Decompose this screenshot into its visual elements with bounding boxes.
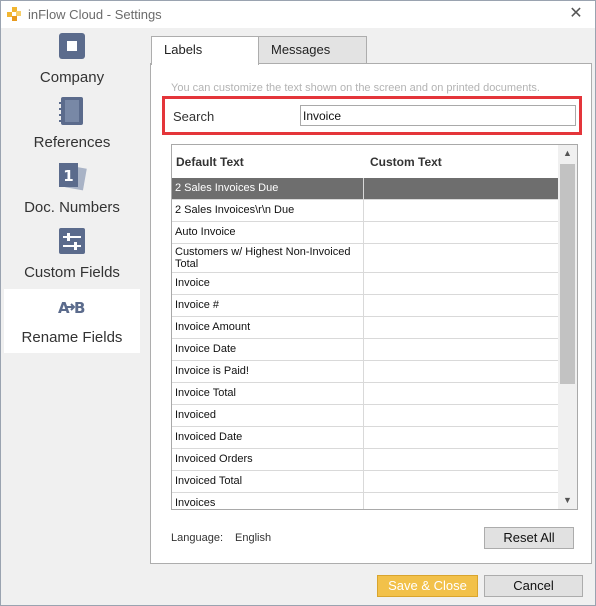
default-text-cell: Invoice #	[172, 295, 364, 316]
tab-messages[interactable]: Messages	[258, 36, 367, 64]
table-row[interactable]: Invoice Amount	[172, 317, 558, 339]
default-text-cell: Invoice Total	[172, 383, 364, 404]
window-title: inFlow Cloud - Settings	[28, 7, 162, 22]
default-text-cell: Invoice Date	[172, 339, 364, 360]
sidebar-item-label: Doc. Numbers	[24, 199, 120, 216]
default-text-cell: Invoices	[172, 493, 364, 509]
default-text-cell: Auto Invoice	[172, 222, 364, 243]
labels-panel: You can customize the text shown on the …	[150, 63, 592, 564]
reset-all-button[interactable]: Reset All	[484, 527, 574, 549]
custom-text-cell[interactable]	[364, 222, 558, 243]
table-row[interactable]: Invoice Date	[172, 339, 558, 361]
table-row[interactable]: 2 Sales Invoices\r\n Due	[172, 200, 558, 222]
table-row[interactable]: Customers w/ Highest Non-Invoiced Total	[172, 244, 558, 273]
panel-hint: You can customize the text shown on the …	[171, 82, 540, 94]
close-icon[interactable]: ✕	[565, 4, 587, 24]
custom-text-cell[interactable]	[364, 244, 558, 272]
search-highlight-box: Search	[162, 96, 582, 135]
settings-window: inFlow Cloud - Settings ✕ Company Refere…	[0, 0, 596, 606]
scroll-thumb[interactable]	[560, 164, 575, 384]
custom-text-cell[interactable]	[364, 317, 558, 338]
default-text-cell: Invoiced	[172, 405, 364, 426]
custom-text-cell[interactable]	[364, 339, 558, 360]
notebook-icon	[59, 97, 83, 125]
default-text-cell: Invoice is Paid!	[172, 361, 364, 382]
rename-ab-icon: A B	[58, 299, 85, 317]
cancel-button[interactable]: Cancel	[484, 575, 583, 597]
sliders-icon	[59, 228, 85, 254]
table-row[interactable]: Invoiced Total	[172, 471, 558, 493]
custom-text-cell[interactable]	[364, 493, 558, 509]
tab-labels[interactable]: Labels	[151, 36, 259, 65]
sidebar-item-custom-fields[interactable]: Custom Fields	[4, 224, 140, 288]
scroll-down-arrow-icon[interactable]: ▼	[558, 492, 577, 509]
save-close-button[interactable]: Save & Close	[377, 575, 478, 597]
custom-text-cell[interactable]	[364, 405, 558, 426]
title-bar: inFlow Cloud - Settings ✕	[1, 1, 595, 28]
scroll-up-arrow-icon[interactable]: ▲	[558, 145, 577, 162]
default-text-cell: Customers w/ Highest Non-Invoiced Total	[172, 244, 364, 272]
custom-text-cell[interactable]	[364, 471, 558, 492]
labels-grid: Default Text Custom Text 2 Sales Invoice…	[171, 144, 578, 510]
default-text-cell: 2 Sales Invoices Due	[172, 178, 364, 199]
svg-text:B: B	[74, 299, 85, 317]
custom-text-cell[interactable]	[364, 178, 558, 199]
table-row[interactable]: Invoiced Orders	[172, 449, 558, 471]
building-icon	[59, 33, 85, 59]
custom-text-cell[interactable]	[364, 383, 558, 404]
search-label: Search	[173, 109, 215, 124]
sidebar-item-doc-numbers[interactable]: 1 Doc. Numbers	[4, 159, 140, 223]
language-label: Language:	[171, 532, 223, 544]
table-row[interactable]: Invoice is Paid!	[172, 361, 558, 383]
default-text-cell: Invoiced Date	[172, 427, 364, 448]
sidebar-item-rename-fields[interactable]: A B Rename Fields	[4, 289, 140, 353]
table-row[interactable]: 2 Sales Invoices Due	[172, 178, 558, 200]
inflow-logo-icon	[7, 7, 21, 21]
table-row[interactable]: Invoiced Date	[172, 427, 558, 449]
default-text-cell: Invoiced Orders	[172, 449, 364, 470]
grid-rows: 2 Sales Invoices Due 2 Sales Invoices\r\…	[172, 178, 558, 509]
custom-text-cell[interactable]	[364, 427, 558, 448]
default-text-cell: Invoice Amount	[172, 317, 364, 338]
grid-scrollbar[interactable]: ▲ ▼	[558, 145, 577, 509]
sidebar-item-label: Custom Fields	[24, 264, 120, 281]
custom-text-cell[interactable]	[364, 449, 558, 470]
svg-text:1: 1	[63, 167, 73, 185]
sidebar-item-company[interactable]: Company	[4, 29, 140, 93]
table-row[interactable]: Invoice Total	[172, 383, 558, 405]
custom-text-cell[interactable]	[364, 295, 558, 316]
sidebar-item-references[interactable]: References	[4, 94, 140, 158]
default-text-cell: Invoiced Total	[172, 471, 364, 492]
default-text-cell: Invoice	[172, 273, 364, 294]
sidebar-item-label: Company	[39, 69, 105, 86]
sidebar-item-label: References	[33, 134, 111, 151]
table-row[interactable]: Auto Invoice	[172, 222, 558, 244]
table-row[interactable]: Invoiced	[172, 405, 558, 427]
custom-text-cell[interactable]	[364, 273, 558, 294]
table-row[interactable]: Invoice #	[172, 295, 558, 317]
table-row[interactable]: Invoice	[172, 273, 558, 295]
default-text-cell: 2 Sales Invoices\r\n Due	[172, 200, 364, 221]
grid-header: Default Text Custom Text	[172, 145, 558, 178]
custom-text-cell[interactable]	[364, 361, 558, 382]
table-row[interactable]: Invoices	[172, 493, 558, 509]
settings-sidebar: Company References 1 Doc. Numbers Custom…	[4, 29, 140, 605]
numbered-pages-icon: 1	[59, 163, 87, 191]
column-header-default-text[interactable]: Default Text	[176, 155, 244, 169]
language-info: Language: English	[171, 532, 271, 544]
sidebar-item-label: Rename Fields	[21, 329, 123, 346]
language-value: English	[235, 532, 272, 544]
custom-text-cell[interactable]	[364, 200, 558, 221]
column-header-custom-text[interactable]: Custom Text	[370, 155, 442, 169]
search-input[interactable]	[300, 105, 576, 126]
